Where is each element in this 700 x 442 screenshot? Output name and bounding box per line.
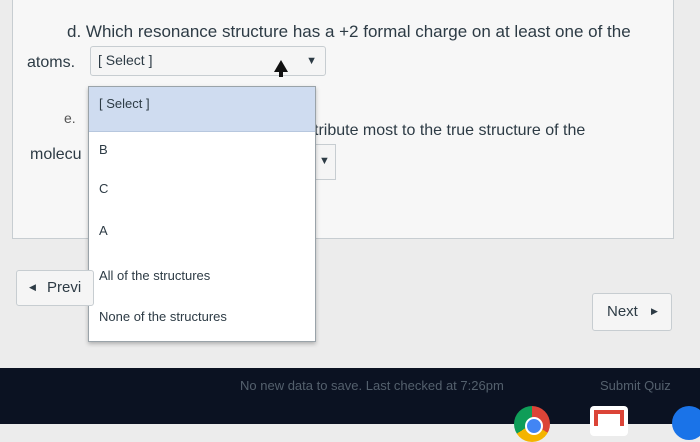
dropdown-option-c[interactable]: C [89,181,315,209]
question-e-text-continued: molecu [30,146,82,163]
answer-select-e[interactable]: ▼ [314,144,336,180]
triangle-right-icon: ▶ [651,306,658,316]
dropdown-option-select[interactable]: [ Select ] [89,87,315,132]
app-icon[interactable] [672,406,700,440]
mouse-pointer-icon [274,60,288,77]
question-e-marker: e. [64,110,76,126]
answer-dropdown-list[interactable]: [ Select ] B C A All of the structures N… [88,86,316,342]
chrome-icon[interactable] [514,406,550,442]
previous-button[interactable]: ◀ Previ [16,270,94,306]
autosave-status: No new data to save. Last checked at 7:2… [240,378,504,393]
dropdown-option-b[interactable]: B [89,142,315,170]
dropdown-option-none[interactable]: None of the structures [89,309,315,337]
chevron-down-icon: ▼ [306,55,317,67]
chevron-down-icon: ▼ [319,155,330,167]
dropdown-option-all[interactable]: All of the structures [89,268,315,296]
dropdown-option-a[interactable]: A [89,223,315,251]
submit-quiz-button[interactable]: Submit Quiz [600,378,671,393]
next-button[interactable]: Next ▶ [592,293,672,331]
question-d-text: d. Which resonance structure has a +2 fo… [67,22,631,41]
answer-select-d[interactable]: [ Select ] ▼ [90,46,326,76]
question-e-text: tribute most to the true structure of th… [314,122,586,139]
next-button-label: Next [607,303,638,320]
answer-select-d-value: [ Select ] [98,52,153,68]
previous-button-label: Previ [47,279,82,296]
triangle-left-icon: ◀ [29,282,36,292]
gmail-icon[interactable] [590,406,628,436]
question-d-text-continued: atoms. [27,54,76,71]
